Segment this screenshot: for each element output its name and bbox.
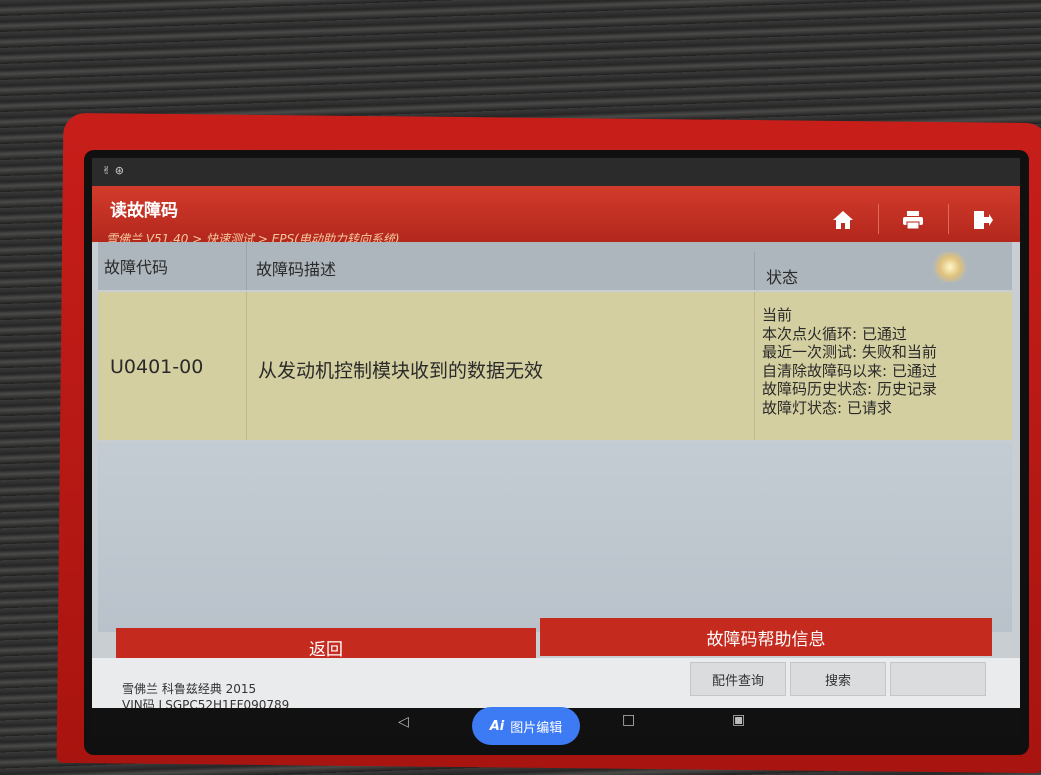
ai-edit-label: 图片编辑 xyxy=(510,720,563,736)
exit-button[interactable] xyxy=(954,200,1012,240)
app-title-bar: 读故障码 雪佛兰 V51.40 > 快速测试 > EPS(电动助力转向系统) xyxy=(92,186,1020,246)
column-divider xyxy=(754,252,755,290)
status-line: 最近一次测试: 失败和当前 xyxy=(762,343,937,361)
fault-status: 当前 本次点火循环: 已通过 最近一次测试: 失败和当前 自清除故障码以来: 已… xyxy=(762,306,937,417)
toolbar-divider xyxy=(878,204,879,234)
nav-back-icon[interactable]: ◁ xyxy=(398,714,409,730)
column-divider xyxy=(246,242,247,290)
status-line: 故障码历史状态: 历史记录 xyxy=(762,380,937,398)
fault-code: U0401-00 xyxy=(110,356,204,378)
header-status: 状态 xyxy=(766,268,799,287)
home-icon xyxy=(833,211,853,229)
empty-list-area xyxy=(98,442,1012,632)
nav-screenshot-icon[interactable]: ▣ xyxy=(732,712,745,728)
search-button[interactable]: 搜索 xyxy=(790,662,886,696)
fault-help-button[interactable]: 故障码帮助信息 xyxy=(540,618,992,656)
tablet-screen: ✌ ⊛ 读故障码 雪佛兰 V51.40 > 快速测试 > EPS(电动助力转向系… xyxy=(92,158,1020,738)
status-line: 故障灯状态: 已请求 xyxy=(762,398,892,417)
ai-image-edit-button[interactable]: Ai 图片编辑 xyxy=(472,707,580,745)
print-button[interactable] xyxy=(884,200,942,240)
status-line: 自清除故障码以来: 已通过 xyxy=(762,361,937,380)
printer-icon xyxy=(903,211,923,230)
light-glare xyxy=(930,252,970,282)
status-line: 当前 xyxy=(762,306,793,324)
header-fault-description: 故障码描述 xyxy=(256,260,337,279)
nav-home-icon[interactable]: □ xyxy=(622,712,635,728)
android-status-bar: ✌ ⊛ xyxy=(92,158,1020,186)
table-header: 故障代码 故障码描述 状态 xyxy=(98,242,1012,290)
header-fault-code: 故障代码 xyxy=(104,258,169,277)
status-line: 本次点火循环: 已通过 xyxy=(762,324,907,343)
parts-query-button[interactable]: 配件查询 xyxy=(690,662,786,696)
column-divider xyxy=(246,292,247,440)
column-divider xyxy=(754,292,755,440)
home-button[interactable] xyxy=(814,200,872,240)
notification-icons: ✌ ⊛ xyxy=(102,164,124,177)
ai-badge: Ai xyxy=(489,718,505,734)
blank-button[interactable] xyxy=(890,662,986,696)
vehicle-model: 雪佛兰 科鲁兹经典 2015 xyxy=(122,682,257,696)
fault-description: 从发动机控制模块收到的数据无效 xyxy=(258,360,544,382)
exit-icon xyxy=(974,211,993,229)
table-row[interactable]: U0401-00 从发动机控制模块收到的数据无效 当前 本次点火循环: 已通过 … xyxy=(98,292,1012,440)
vehicle-info-bar: 雪佛兰 科鲁兹经典 2015 VIN码 LSGPC52H1FF090789 配件… xyxy=(92,658,1020,712)
page-title: 读故障码 xyxy=(110,201,178,221)
toolbar-divider xyxy=(948,204,949,234)
